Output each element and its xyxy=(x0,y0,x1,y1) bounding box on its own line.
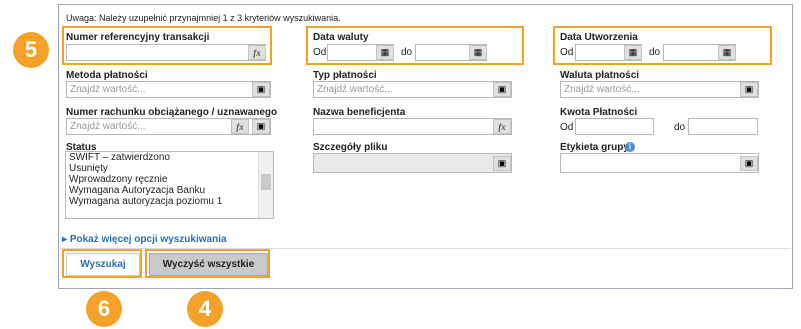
method-input[interactable]: Znajdź wartość... xyxy=(66,81,271,98)
binoculars-icon[interactable]: ▣ xyxy=(252,82,270,97)
binoculars-icon[interactable]: ▣ xyxy=(740,82,758,97)
list-item[interactable]: Wprowadzony ręcznie xyxy=(66,174,273,185)
amount-from-label: Od xyxy=(560,122,574,133)
amount-to-label: do xyxy=(674,122,686,133)
status-listbox[interactable]: SWIFT – zatwierdzono Usunięty Wprowadzon… xyxy=(65,151,274,219)
beneficiary-label: Nazwa beneficjenta xyxy=(313,107,406,118)
clear-all-button[interactable]: Wyczyść wszystkie xyxy=(149,253,268,276)
amount-to-input[interactable] xyxy=(688,118,758,135)
search-button[interactable]: Wyszukaj xyxy=(66,253,140,276)
ref-label: Numer referencyjny transakcji xyxy=(66,32,210,43)
scrollbar-thumb[interactable] xyxy=(261,174,271,190)
value-date-label: Data waluty xyxy=(313,32,369,43)
creation-date-from-label: Od xyxy=(560,47,574,58)
group-tag-input[interactable] xyxy=(560,153,759,173)
list-item[interactable]: Wymagana Autoryzacja Banku xyxy=(66,185,273,196)
more-options-link[interactable]: ▸ Pokaż więcej opcji wyszukiwania xyxy=(62,234,227,245)
file-details-input[interactable] xyxy=(313,153,512,173)
account-label: Numer rachunku obciążanego / uznawanego xyxy=(66,107,278,118)
binoculars-icon[interactable]: ▣ xyxy=(493,82,511,97)
creation-date-label: Data Utworzenia xyxy=(560,32,638,43)
calendar-icon[interactable]: ▦ xyxy=(624,45,642,60)
value-date-from-label: Od xyxy=(313,47,327,58)
type-input[interactable]: Znajdź wartość... xyxy=(313,81,512,98)
scrollbar[interactable] xyxy=(258,152,273,218)
currency-label: Waluta płatności xyxy=(560,70,640,81)
binoculars-icon[interactable]: ▣ xyxy=(493,156,511,171)
method-label: Metoda płatności xyxy=(66,70,148,81)
calendar-icon[interactable]: ▦ xyxy=(718,45,736,60)
calendar-icon[interactable]: ▦ xyxy=(376,45,394,60)
ref-input[interactable] xyxy=(66,44,266,61)
group-tag-label: Etykieta grupy xyxy=(560,142,629,153)
amount-label: Kwota Płatności xyxy=(560,107,638,118)
account-fx-button[interactable]: fx xyxy=(231,119,249,134)
list-item[interactable]: Wymagana autoryzacja poziomu 1 xyxy=(66,196,273,207)
callout-5: 5 xyxy=(13,32,49,68)
list-item[interactable]: SWIFT – zatwierdzono xyxy=(66,152,273,163)
currency-input[interactable]: Znajdź wartość... xyxy=(560,81,759,98)
amount-from-input[interactable] xyxy=(575,118,654,135)
ref-fx-button[interactable]: fx xyxy=(248,45,266,60)
value-date-to-label: do xyxy=(401,47,413,58)
info-icon[interactable]: i xyxy=(625,142,635,152)
type-label: Typ płatności xyxy=(313,70,377,81)
calendar-icon[interactable]: ▦ xyxy=(469,45,487,60)
criteria-note: Uwaga: Należy uzupełnić przynajmniej 1 z… xyxy=(66,13,341,23)
beneficiary-input[interactable] xyxy=(313,118,512,135)
more-options-text: Pokaż więcej opcji wyszukiwania xyxy=(69,234,227,245)
binoculars-icon[interactable]: ▣ xyxy=(740,156,758,171)
callout-6: 6 xyxy=(86,291,122,327)
list-item[interactable]: Usunięty xyxy=(66,163,273,174)
file-details-label: Szczegóły pliku xyxy=(313,142,388,153)
creation-date-to-label: do xyxy=(649,47,661,58)
binoculars-icon[interactable]: ▣ xyxy=(252,119,270,134)
callout-4: 4 xyxy=(187,291,223,327)
beneficiary-fx-button[interactable]: fx xyxy=(493,119,511,134)
